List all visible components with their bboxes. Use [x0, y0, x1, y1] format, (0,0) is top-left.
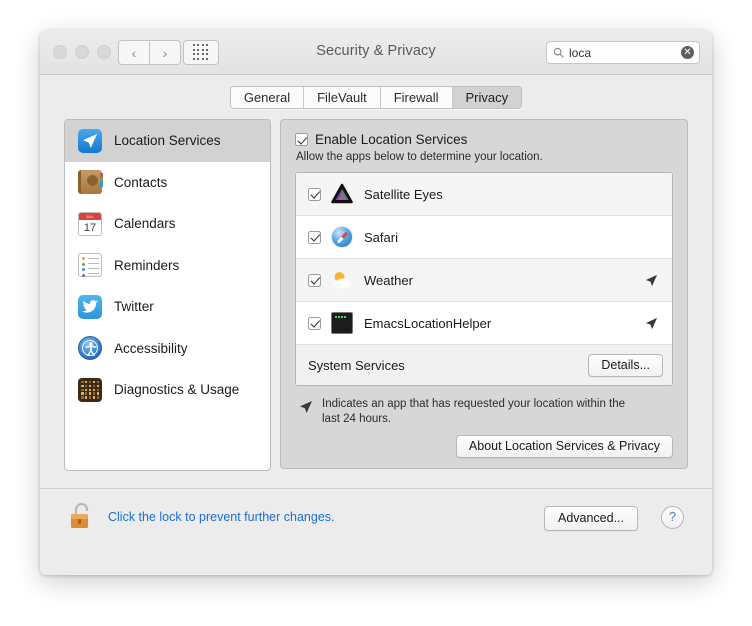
- details-button[interactable]: Details...: [588, 354, 663, 377]
- weather-icon: [331, 269, 353, 291]
- app-name: EmacsLocationHelper: [364, 316, 491, 331]
- app-name: Safari: [364, 230, 398, 245]
- calendar-day: 17: [79, 220, 101, 236]
- contacts-book-icon: [78, 170, 102, 194]
- recent-location-arrow-icon: [645, 274, 658, 287]
- window-titlebar: ‹ › Security & Privacy ✕: [40, 30, 712, 75]
- table-row[interactable]: Weather: [296, 259, 672, 302]
- sidebar-item-label: Contacts: [114, 175, 167, 190]
- advanced-button[interactable]: Advanced...: [544, 506, 638, 531]
- search-icon: [553, 47, 564, 58]
- app-name: Satellite Eyes: [364, 187, 443, 202]
- about-location-services-button[interactable]: About Location Services & Privacy: [456, 435, 673, 458]
- tab-general[interactable]: General: [231, 87, 303, 108]
- tab-group: General FileVault Firewall Privacy: [230, 86, 522, 109]
- sidebar-item-calendars[interactable]: JUL 17 Calendars: [65, 203, 270, 245]
- preferences-window: ‹ › Security & Privacy ✕ General Fi: [40, 30, 712, 575]
- sidebar-item-location-services[interactable]: Location Services: [65, 120, 270, 162]
- search-field[interactable]: ✕: [546, 41, 700, 64]
- sidebar-item-contacts[interactable]: Contacts: [65, 162, 270, 204]
- system-services-label: System Services: [308, 358, 588, 373]
- app-checkbox[interactable]: [308, 188, 321, 201]
- category-sidebar: Location Services Contacts JUL 17 Calend…: [64, 119, 271, 471]
- app-checkbox[interactable]: [308, 274, 321, 287]
- sidebar-item-twitter[interactable]: Twitter: [65, 286, 270, 328]
- enable-location-services-checkbox[interactable]: [295, 133, 308, 146]
- reminders-list-icon: [78, 253, 102, 277]
- enable-location-services-label: Enable Location Services: [315, 132, 467, 147]
- app-checkbox[interactable]: [308, 231, 321, 244]
- table-row[interactable]: Satellite Eyes: [296, 173, 672, 216]
- window-footer: Click the lock to prevent further change…: [40, 488, 712, 575]
- calendar-icon: JUL 17: [78, 212, 102, 236]
- satellite-eyes-icon: [331, 183, 353, 205]
- clear-search-button[interactable]: ✕: [681, 46, 694, 59]
- sidebar-item-reminders[interactable]: Reminders: [65, 245, 270, 287]
- table-row[interactable]: Safari: [296, 216, 672, 259]
- sidebar-item-label: Twitter: [114, 299, 154, 314]
- about-row: About Location Services & Privacy: [295, 435, 673, 458]
- tab-firewall[interactable]: Firewall: [380, 87, 452, 108]
- sidebar-item-accessibility[interactable]: Accessibility: [65, 328, 270, 370]
- sidebar-item-diagnostics-usage[interactable]: Diagnostics & Usage: [65, 369, 270, 411]
- sidebar-item-label: Diagnostics & Usage: [114, 382, 239, 397]
- panel-subtitle: Allow the apps below to determine your l…: [296, 151, 673, 163]
- unlocked-padlock-icon[interactable]: [69, 501, 95, 531]
- location-footnote: Indicates an app that has requested your…: [295, 397, 673, 426]
- sidebar-item-label: Location Services: [114, 133, 221, 148]
- app-name: Weather: [364, 273, 413, 288]
- system-services-row: System Services Details...: [296, 345, 672, 385]
- sidebar-item-label: Accessibility: [114, 341, 188, 356]
- accessibility-icon: [78, 336, 102, 360]
- safari-icon: [331, 226, 353, 248]
- preferences-body: Location Services Contacts JUL 17 Calend…: [64, 119, 688, 489]
- tab-filevault[interactable]: FileVault: [303, 87, 380, 108]
- footnote-text: Indicates an app that has requested your…: [322, 397, 627, 426]
- lock-hint-text[interactable]: Click the lock to prevent further change…: [108, 510, 335, 524]
- sidebar-item-label: Reminders: [114, 258, 179, 273]
- tab-privacy[interactable]: Privacy: [452, 87, 522, 108]
- recent-location-arrow-icon: [645, 317, 658, 330]
- twitter-bird-icon: [78, 295, 102, 319]
- tab-bar: General FileVault Firewall Privacy: [40, 75, 712, 119]
- emacs-icon: [331, 312, 353, 334]
- location-arrow-icon: [78, 129, 102, 153]
- app-checkbox[interactable]: [308, 317, 321, 330]
- diagnostics-matrix-icon: [78, 378, 102, 402]
- enable-location-services-row[interactable]: Enable Location Services: [295, 132, 673, 147]
- search-input[interactable]: [569, 46, 669, 60]
- help-button[interactable]: ?: [661, 506, 684, 529]
- sidebar-item-label: Calendars: [114, 216, 176, 231]
- location-services-panel: Enable Location Services Allow the apps …: [280, 119, 688, 469]
- location-arrow-indicator-icon: [299, 400, 313, 414]
- calendar-month: JUL: [79, 213, 101, 220]
- app-permission-list: Satellite Eyes Safari: [295, 172, 673, 386]
- table-row[interactable]: EmacsLocationHelper: [296, 302, 672, 345]
